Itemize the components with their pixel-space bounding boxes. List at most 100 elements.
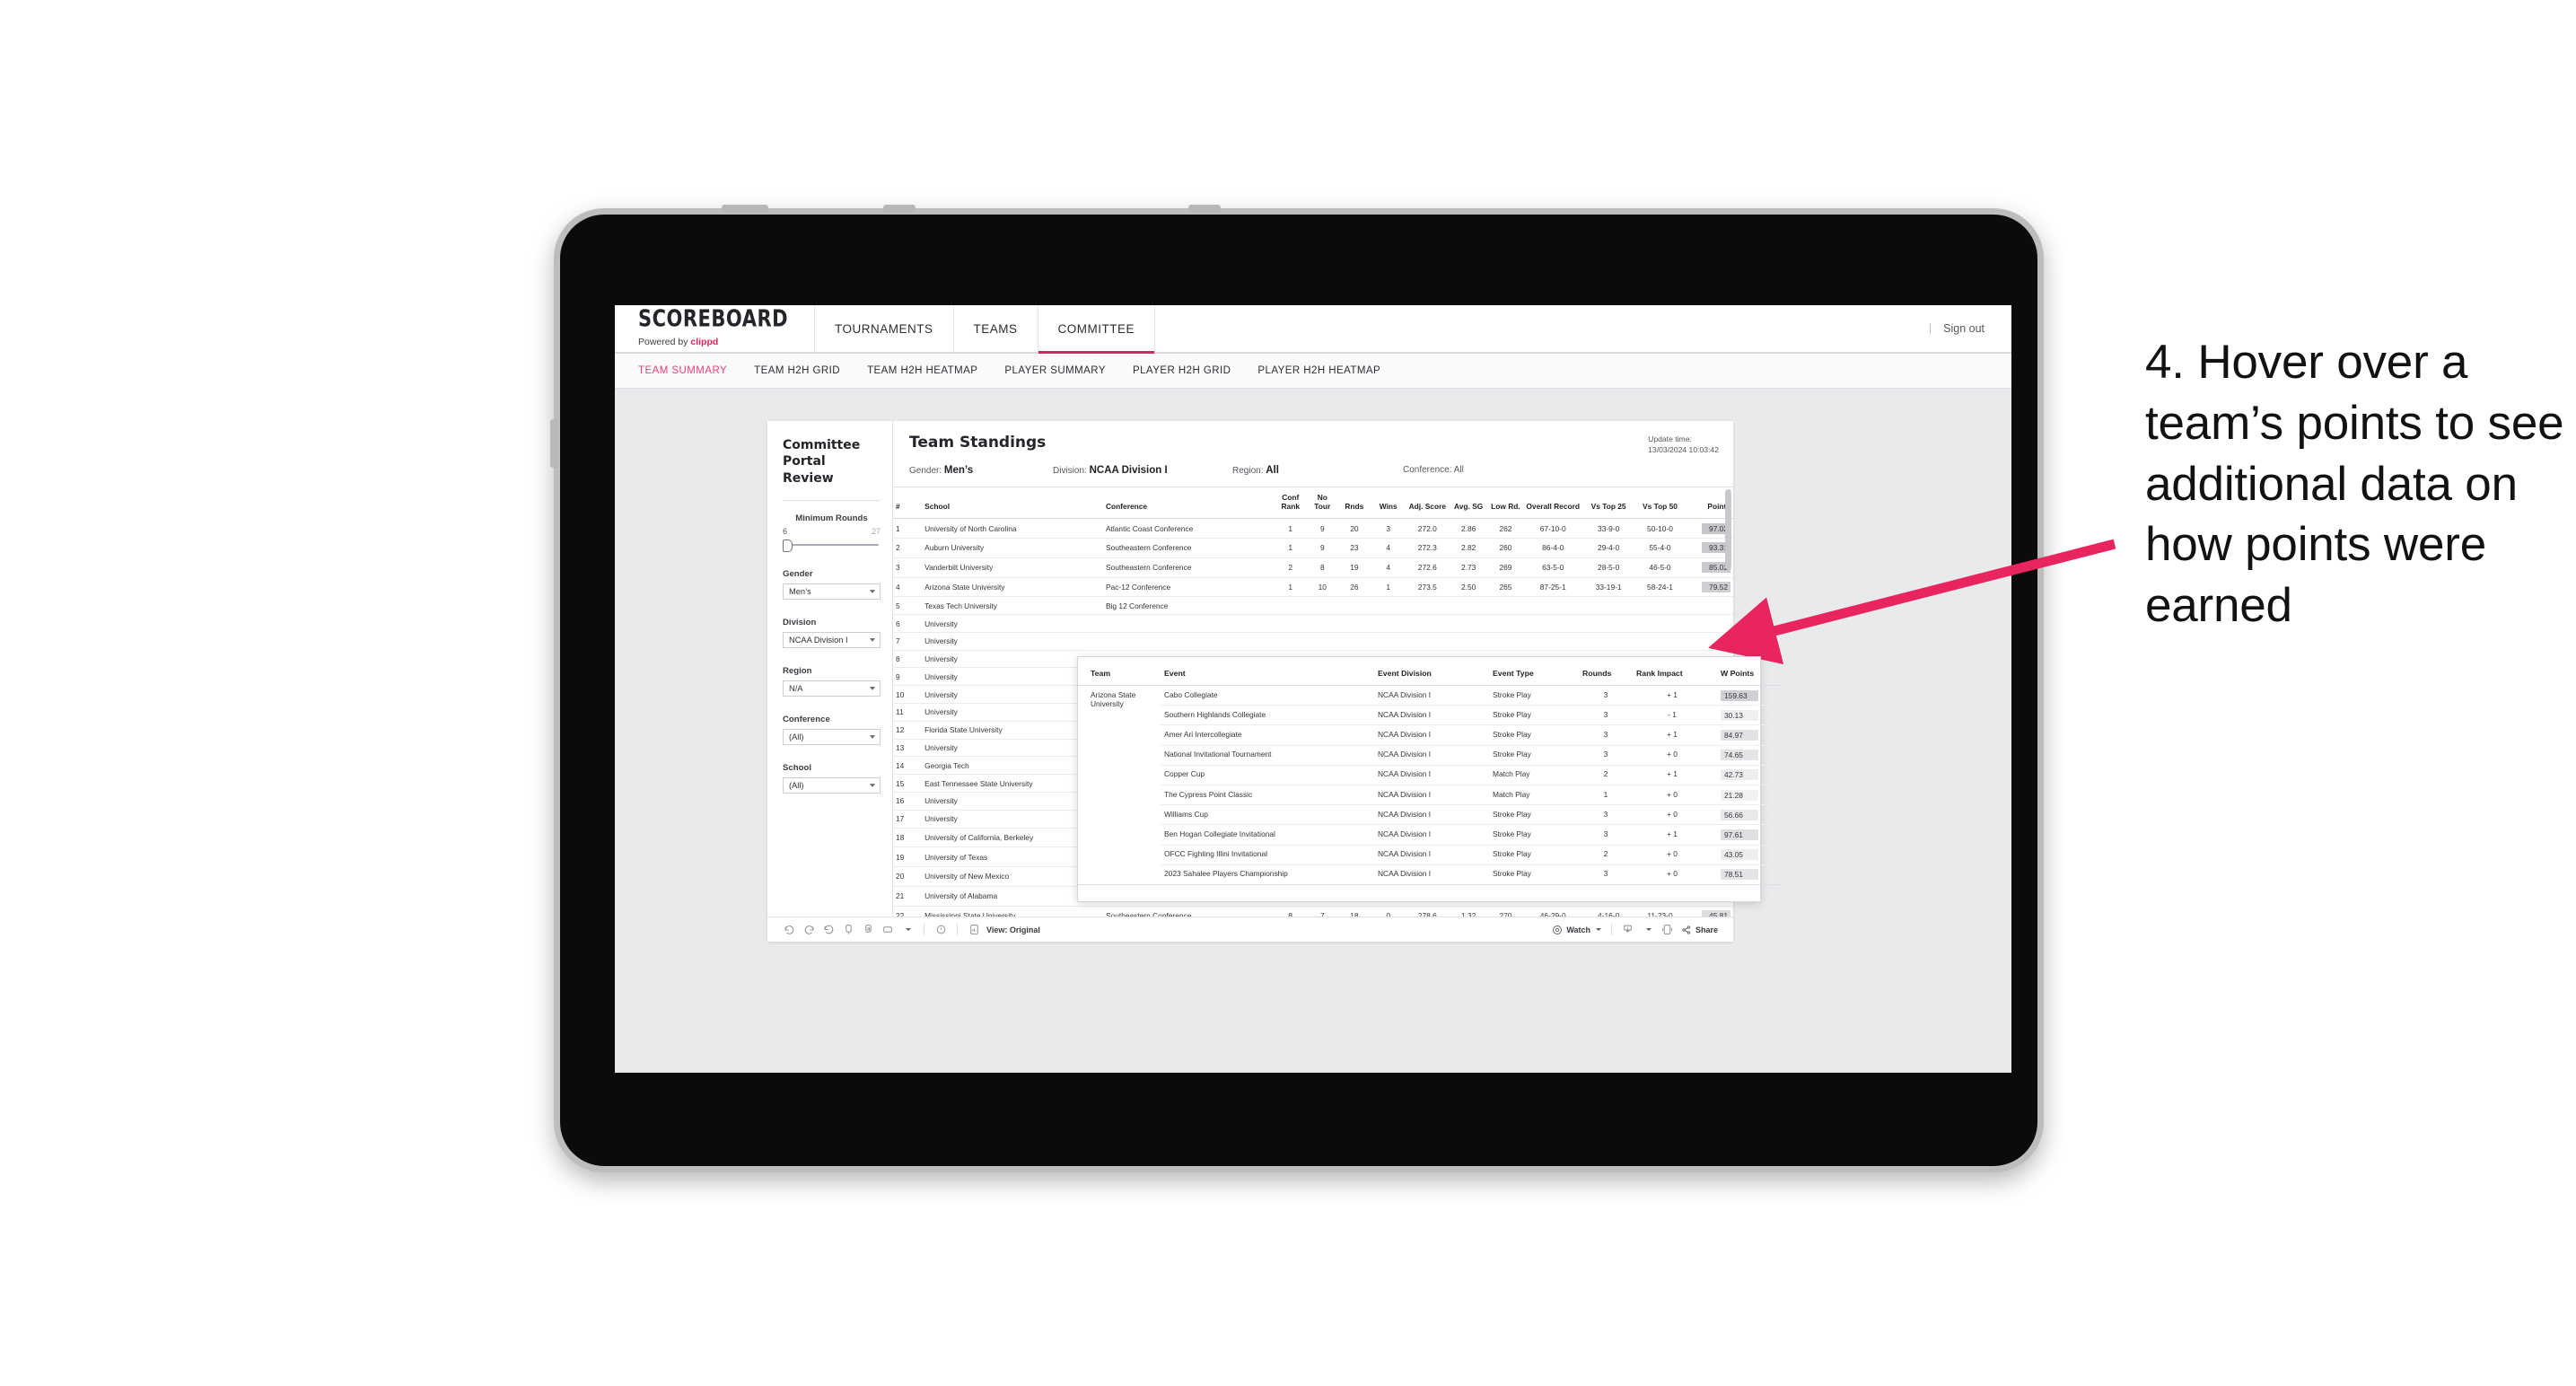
brand-title: SCOREBOARD — [638, 305, 789, 332]
tooltip-row: Copper Cup NCAA Division I Match Play 2 + 1 4… — [1078, 765, 1782, 785]
cell-rank: 2 — [893, 538, 923, 558]
undo-icon[interactable] — [779, 920, 799, 940]
cell-overall: 87-25-1 — [1522, 577, 1583, 598]
volume-up-button[interactable] — [883, 205, 916, 213]
tooltip-cell-division: NCAA Division I — [1374, 685, 1489, 706]
filter-school-select[interactable]: (All) — [783, 777, 881, 794]
table-row[interactable]: 22 Mississippi State University Southeaste… — [893, 906, 1733, 917]
vertical-scrollbar[interactable] — [1725, 489, 1731, 571]
minimum-rounds-slider[interactable] — [783, 539, 881, 553]
filter-gender-select[interactable]: Men’s — [783, 583, 881, 601]
col-wins[interactable]: Wins — [1371, 487, 1406, 520]
filter-region-select[interactable]: N/A — [783, 680, 881, 697]
cell-t25: 28-5-0 — [1582, 557, 1634, 578]
col-vs-top-50[interactable]: Vs Top 50 — [1634, 487, 1687, 520]
view-original-icon[interactable] — [964, 920, 984, 940]
table-row[interactable]: 7 University — [893, 632, 1733, 651]
cell-no_tour: 8 — [1307, 557, 1338, 578]
col-rnds[interactable]: Rnds — [1337, 487, 1371, 520]
tab-team-h2h-grid[interactable]: TEAM H2H GRID — [754, 365, 840, 376]
nav-item-committee[interactable]: COMMITTEE — [1038, 305, 1156, 354]
cell-low_rd — [1487, 632, 1523, 651]
watch-button[interactable]: Watch — [1548, 925, 1605, 935]
tab-team-summary[interactable]: TEAM SUMMARY — [638, 365, 727, 376]
cell-points[interactable]: 45.81 — [1686, 906, 1733, 917]
tooltip-table-foot — [1078, 883, 1782, 892]
tooltip-cell-type: Stroke Play — [1489, 845, 1579, 865]
table-row[interactable]: 2 Auburn University Southeastern Conferenc… — [893, 538, 1733, 558]
redo-icon[interactable] — [799, 920, 819, 940]
page-title: Team Standings — [909, 434, 1047, 452]
brand-logo[interactable]: SCOREBOARD Powered by clippd — [615, 305, 815, 352]
cell-rank: 6 — [893, 614, 923, 633]
new-worksheet-caret-icon[interactable] — [898, 920, 917, 940]
nav-item-tournaments[interactable]: TOURNAMENTS — [815, 305, 954, 352]
tab-player-h2h-grid[interactable]: PLAYER H2H GRID — [1133, 365, 1231, 376]
download-caret-icon[interactable] — [1638, 920, 1658, 940]
cell-rank: 18 — [893, 828, 923, 848]
fullscreen-icon[interactable] — [1658, 920, 1678, 940]
view-original-label[interactable]: View: Original — [986, 925, 1040, 934]
tab-team-h2h-heatmap[interactable]: TEAM H2H HEATMAP — [867, 365, 977, 376]
col-adj-score[interactable]: Adj. Score — [1406, 487, 1450, 520]
tab-player-summary[interactable]: PLAYER SUMMARY — [1004, 365, 1106, 376]
col-conf-rank[interactable]: Conf Rank — [1274, 487, 1308, 520]
tooltip-header-row: Team Event Event Division Event Type Rou… — [1078, 664, 1782, 686]
col-no-tour[interactable]: No Tour — [1307, 487, 1338, 520]
filter-division-select[interactable]: NCAA Division I — [783, 632, 881, 649]
col-conference[interactable]: Conference — [1102, 487, 1275, 520]
filter-school-value: (All) — [789, 781, 804, 791]
table-row[interactable]: 6 University — [893, 614, 1733, 633]
filter-conference-select[interactable]: (All) — [783, 729, 881, 746]
tab-player-h2h-heatmap[interactable]: PLAYER H2H HEATMAP — [1257, 365, 1380, 376]
table-row[interactable]: 3 Vanderbilt University Southeastern Confe… — [893, 557, 1733, 578]
share-button[interactable]: Share — [1678, 925, 1722, 935]
signout-button[interactable]: Sign out — [1943, 322, 1985, 335]
signout-area: | Sign out — [1929, 305, 2011, 352]
slider-max-value: 27 — [871, 527, 881, 537]
col-low-rd[interactable]: Low Rd. — [1487, 487, 1523, 520]
slider-handle[interactable] — [783, 539, 793, 553]
table-row[interactable]: 5 Texas Tech University Big 12 Conference — [893, 596, 1733, 616]
pause-icon[interactable] — [931, 920, 951, 940]
tt-col-event: Event — [1161, 664, 1374, 686]
refresh-icon[interactable] — [838, 920, 858, 940]
cell-t50: 58-24-1 — [1634, 577, 1687, 598]
tooltip-cell-impact: - 1 — [1633, 705, 1712, 726]
tooltip-cell-rounds: 3 — [1579, 804, 1633, 826]
tooltip-cell-rounds: 2 — [1579, 765, 1633, 785]
col-overall[interactable]: Overall Record — [1522, 487, 1583, 520]
revert-icon[interactable] — [819, 920, 838, 940]
cell-t50: 55-4-0 — [1634, 538, 1687, 558]
cell-rank: 17 — [893, 810, 923, 829]
col-vs-top-25[interactable]: Vs Top 25 — [1582, 487, 1634, 520]
pause-auto-update-icon[interactable] — [858, 920, 878, 940]
volume-down-button[interactable] — [1188, 205, 1221, 213]
tooltip-cell-division: NCAA Division I — [1374, 724, 1489, 746]
filter-divider — [783, 500, 881, 502]
tooltip-points-value: 84.97 — [1721, 729, 1758, 741]
new-worksheet-icon[interactable] — [878, 920, 898, 940]
tooltip-cell-type: Stroke Play — [1489, 745, 1579, 766]
filter-conference-label: Conference — [783, 715, 830, 725]
cell-school: Mississippi State University — [922, 906, 1103, 917]
table-row[interactable]: 4 Arizona State University Pac-12 Conferen… — [893, 577, 1733, 598]
power-button[interactable] — [722, 205, 768, 213]
download-icon[interactable] — [1618, 920, 1638, 940]
points-detail-tooltip: Team Event Event Division Event Type Rou… — [1077, 656, 1782, 902]
col-rank[interactable]: # — [893, 487, 923, 520]
cell-low_rd: 270 — [1487, 906, 1523, 917]
tooltip-row: OFCC Fighting Illini Invitational NCAA Di… — [1078, 845, 1782, 865]
annotation-arrow — [1708, 539, 2116, 664]
tooltip-cell-impact: + 0 — [1633, 785, 1712, 806]
tt-col-w-points: W Points — [1712, 664, 1782, 686]
side-button[interactable] — [550, 419, 558, 468]
annotation-text: 4. Hover over a team’s points to see add… — [2145, 336, 2564, 633]
table-row[interactable]: 1 University of North Carolina Atlantic Co… — [893, 518, 1733, 539]
tooltip-cell-rounds: 3 — [1579, 824, 1633, 846]
tooltip-points-value: 21.28 — [1721, 789, 1758, 801]
col-school[interactable]: School — [922, 487, 1103, 520]
filter-panel-title: Committee Portal Review — [783, 438, 861, 486]
nav-item-teams[interactable]: TEAMS — [954, 305, 1038, 352]
col-avg-sg[interactable]: Avg. SG — [1449, 487, 1488, 520]
